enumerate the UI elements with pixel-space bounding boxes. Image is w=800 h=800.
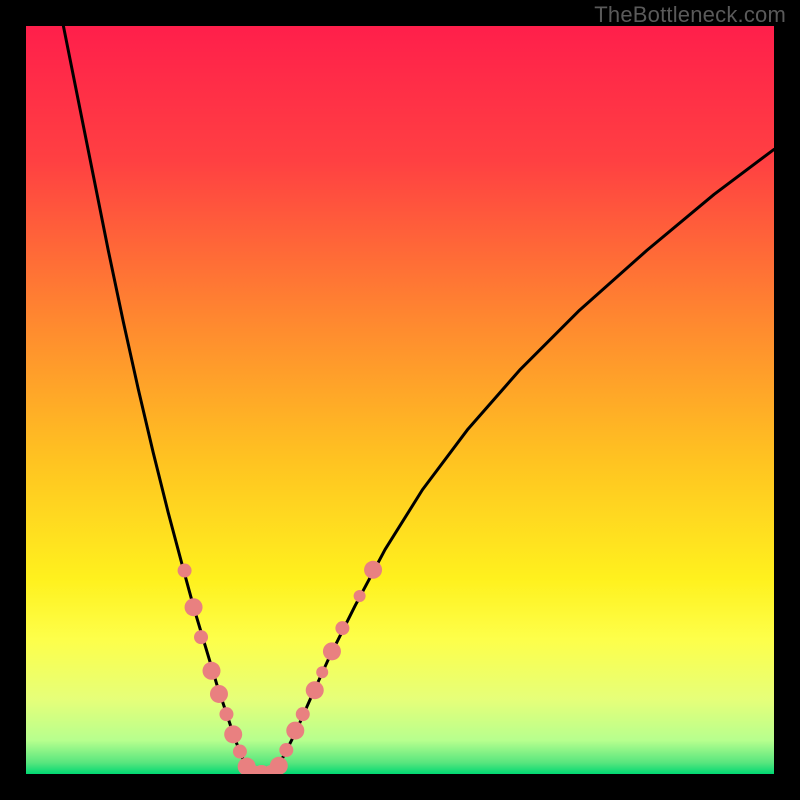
curve-layer <box>26 26 774 774</box>
left-marker <box>210 685 228 703</box>
right-marker <box>286 722 304 740</box>
curve-right-branch <box>273 149 774 774</box>
right-marker <box>335 621 349 635</box>
left-marker <box>233 745 247 759</box>
left-marker <box>219 707 233 721</box>
curve-left-branch <box>63 26 250 774</box>
right-marker <box>316 666 328 678</box>
right-marker <box>306 681 324 699</box>
right-marker <box>323 642 341 660</box>
left-marker <box>224 725 242 743</box>
left-marker <box>185 598 203 616</box>
right-marker <box>364 561 382 579</box>
right-marker <box>354 590 366 602</box>
watermark-text: TheBottleneck.com <box>594 2 786 28</box>
right-marker <box>296 707 310 721</box>
right-marker <box>279 743 293 757</box>
plot-area <box>26 26 774 774</box>
left-marker <box>203 662 221 680</box>
left-marker <box>194 630 208 644</box>
chart-frame: TheBottleneck.com <box>0 0 800 800</box>
left-marker <box>178 564 192 578</box>
